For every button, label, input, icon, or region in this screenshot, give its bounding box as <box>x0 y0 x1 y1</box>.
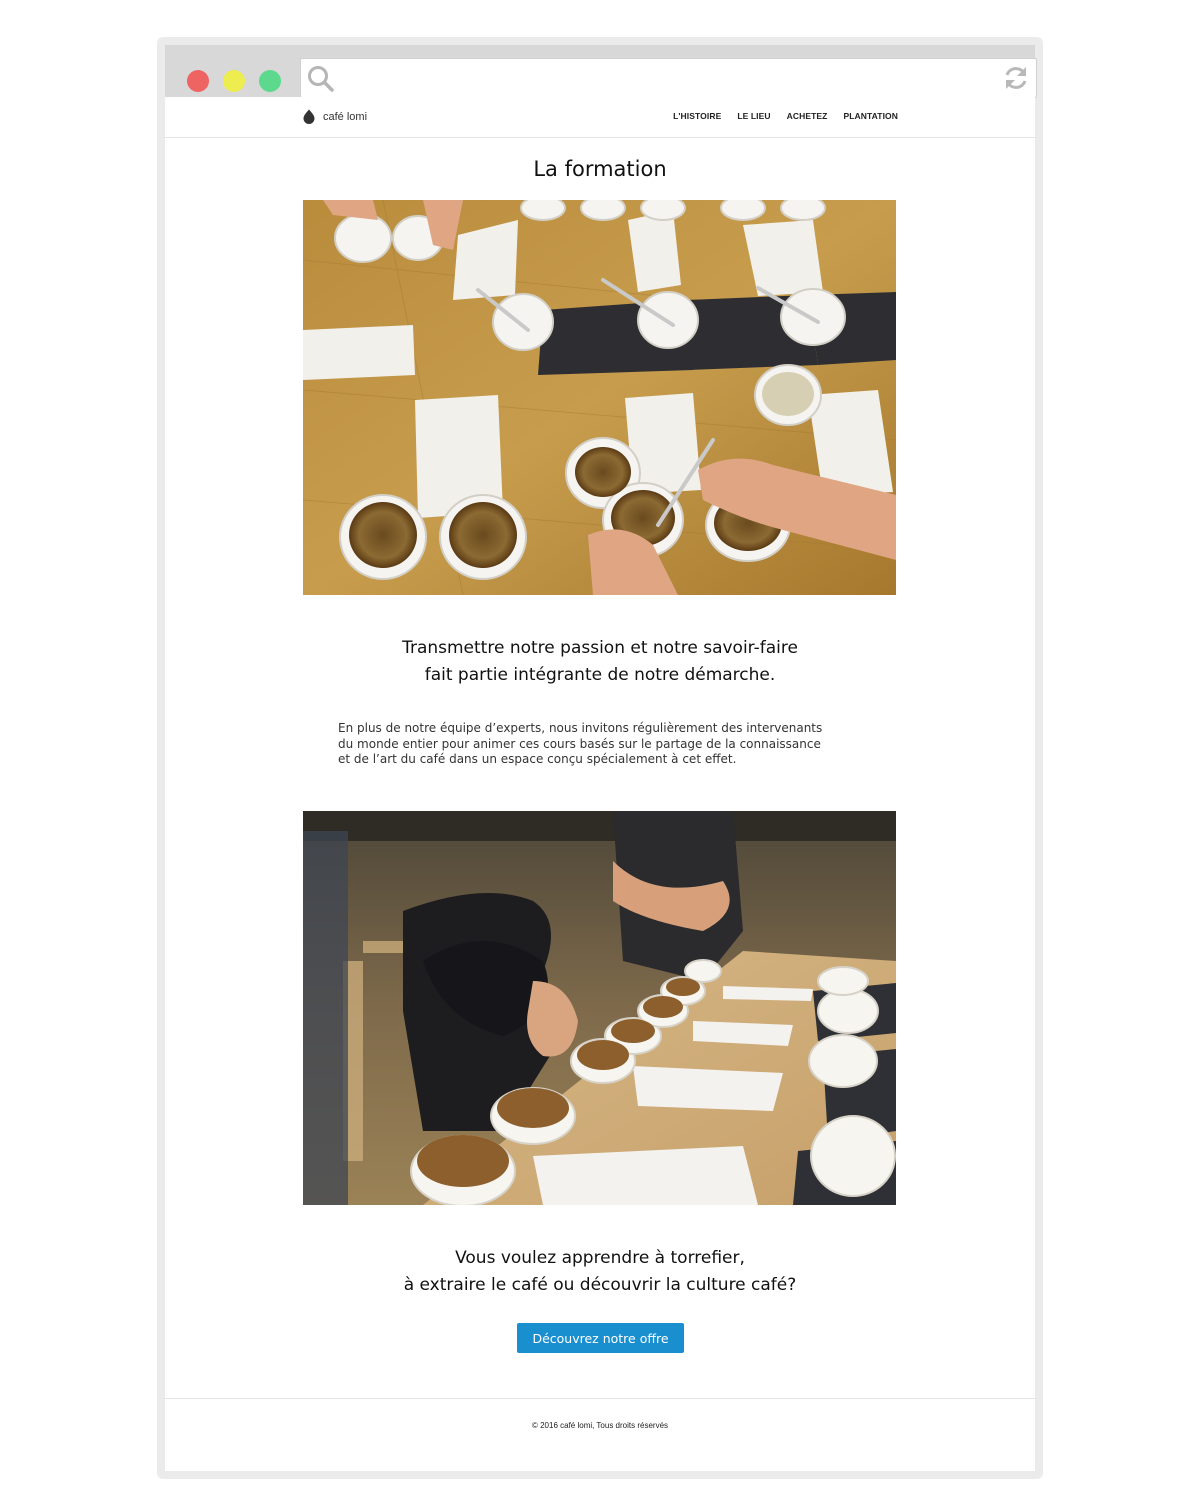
url-input[interactable] <box>341 65 995 91</box>
browser-toolbar <box>165 45 1037 98</box>
address-bar[interactable] <box>300 58 1037 98</box>
intro-lead-line: Transmettre notre passion et notre savoi… <box>402 638 798 658</box>
cta-lead-line: Vous voulez apprendre à torrefier, <box>455 1248 745 1268</box>
zoom-window-button[interactable] <box>259 70 281 92</box>
site-header: café lomi L'HISTOIRE LE LIEU ACHETEZ PLA… <box>165 97 1035 138</box>
nav-plantation[interactable]: PLANTATION <box>843 111 898 121</box>
search-icon <box>308 66 334 92</box>
logo-text: café lomi <box>323 110 368 123</box>
call-to-action-lead: Vous voulez apprendre à torrefier, à ext… <box>165 1245 1035 1299</box>
coffee-bean-icon <box>303 109 315 124</box>
intro-lead-line: fait partie intégrante de notre démarche… <box>424 665 776 685</box>
copyright-text: © 2016 café lomi, Tous droits réservés <box>531 1421 669 1430</box>
minimize-window-button[interactable] <box>223 70 245 92</box>
body-paragraph: En plus de notre équipe d’experts, nous … <box>338 721 838 768</box>
body-line: du monde entier pour animer ces cours ba… <box>338 736 821 751</box>
coffee-tasting-photo <box>303 811 896 1205</box>
close-window-button[interactable] <box>187 70 209 92</box>
site-logo[interactable]: café lomi <box>303 109 367 124</box>
page-title: La formation <box>533 157 667 181</box>
nav-histoire[interactable]: L'HISTOIRE <box>673 111 721 121</box>
cta-lead-line: à extraire le café ou découvrir la cultu… <box>403 1275 797 1295</box>
discover-offer-button[interactable]: Découvrez notre offre <box>517 1323 684 1353</box>
nav-le-lieu[interactable]: LE LIEU <box>737 111 770 121</box>
refresh-icon[interactable] <box>1002 64 1030 92</box>
body-line: et de l’art du café dans un espace conçu… <box>338 752 737 766</box>
body-line: En plus de notre équipe d’experts, nous … <box>338 721 823 735</box>
web-page: café lomi L'HISTOIRE LE LIEU ACHETEZ PLA… <box>165 97 1035 1471</box>
intro-lead: Transmettre notre passion et notre savoi… <box>165 635 1035 689</box>
cupping-table-photo <box>303 200 896 595</box>
nav-achetez[interactable]: ACHETEZ <box>787 111 828 121</box>
site-footer: © 2016 café lomi, Tous droits réservés <box>165 1398 1035 1472</box>
main-nav: L'HISTOIRE LE LIEU ACHETEZ PLANTATION <box>673 111 898 121</box>
